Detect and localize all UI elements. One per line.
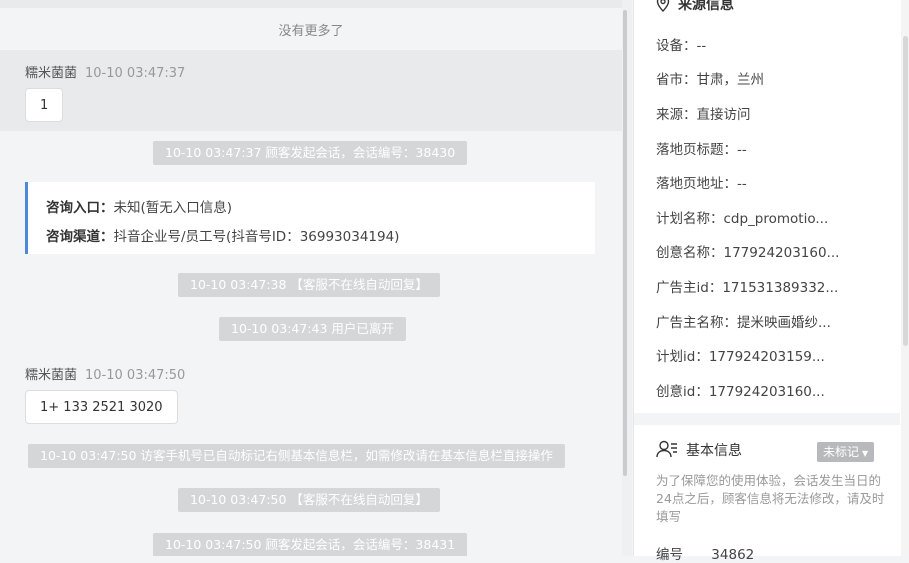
location-pin-icon xyxy=(656,0,670,16)
consult-channel-line: 咨询渠道：抖音企业号/员工号(抖音号ID：36993034194) xyxy=(46,223,595,252)
consult-channel-label: 咨询渠道： xyxy=(46,229,114,245)
message-sender: 糯米菌菌 10-10 03:47:50 xyxy=(25,364,185,383)
message-bubble[interactable]: 1 xyxy=(25,88,64,122)
tag-dropdown-label: 未标记 xyxy=(823,445,860,459)
sender-name: 糯米菌菌 xyxy=(25,66,78,81)
section-divider xyxy=(634,413,900,425)
consult-entry-line: 咨询入口：未知(暂无入口信息) xyxy=(46,194,595,223)
source-region: 省市：甘肃，兰州 xyxy=(656,72,764,88)
message-sender: 糯米菌菌 10-10 03:47:37 xyxy=(25,62,185,81)
source-channel: 来源：直接访问 xyxy=(656,107,751,123)
source-landing-title: 落地页标题：-- xyxy=(656,142,747,158)
source-advertiser-name: 广告主名称：提米映画婚纱... xyxy=(656,315,831,331)
consult-channel-value: 抖音企业号/员工号(抖音号ID：36993034194) xyxy=(113,229,400,245)
consult-entry-label: 咨询入口： xyxy=(46,200,114,216)
source-device: 设备：-- xyxy=(656,38,707,54)
message-bubble[interactable]: 1+ 133 2521 3020 xyxy=(25,390,178,424)
system-message: 10-10 03:47:50 【客服不在线自动回复】 xyxy=(178,488,440,512)
user-icon xyxy=(656,440,678,462)
customer-id-label: 编号 xyxy=(656,547,683,563)
system-message: 10-10 03:47:43 用户已离开 xyxy=(219,317,406,341)
sender-name: 糯米菌菌 xyxy=(25,368,78,383)
caret-down-icon: ▼ xyxy=(862,449,869,458)
no-more-label: 没有更多了 xyxy=(278,24,344,39)
consult-entry-value: 未知(暂无入口信息) xyxy=(113,200,233,216)
panel-scrollbar[interactable] xyxy=(901,0,909,556)
source-plan-id: 计划id：177924203159... xyxy=(656,349,825,365)
source-creative-name: 创意名称：177924203160... xyxy=(656,245,840,261)
tag-dropdown[interactable]: 未标记 ▼ xyxy=(817,442,875,462)
consult-info-card: 咨询入口：未知(暂无入口信息) 咨询渠道：抖音企业号/员工号(抖音号ID：369… xyxy=(25,182,595,254)
panel-scrollbar-thumb[interactable] xyxy=(903,36,908,346)
system-message: 10-10 03:47:50 访客手机号已自动标记右侧基本信息栏，如需修改请在基… xyxy=(28,444,565,468)
chat-scrollbar-thumb[interactable] xyxy=(623,10,627,476)
system-message: 10-10 03:47:50 顾客发起会话，会话编号：38431 xyxy=(153,533,468,556)
source-landing-url: 落地页地址：-- xyxy=(656,176,747,192)
source-info-title: 来源信息 xyxy=(656,0,734,16)
info-panel: 来源信息 设备：-- 省市：甘肃，兰州 来源：直接访问 落地页标题：-- 落地页… xyxy=(633,0,909,563)
customer-id-row: 编号 34862 xyxy=(656,543,754,563)
source-info-title-text: 来源信息 xyxy=(678,0,734,13)
system-message: 10-10 03:47:38 【客服不在线自动回复】 xyxy=(178,273,440,297)
message-time: 10-10 03:47:37 xyxy=(85,66,186,81)
basic-info-title: 基本信息 xyxy=(656,440,742,462)
basic-info-title-text: 基本信息 xyxy=(686,443,742,459)
message-time: 10-10 03:47:50 xyxy=(85,368,186,383)
basic-info-notice: 为了保障您的使用体验，会话发生当日的24点之后，顾客信息将无法修改，请及时填写 xyxy=(656,473,885,524)
customer-id-value: 34862 xyxy=(711,547,755,563)
chat-top-edge xyxy=(0,0,622,8)
chat-area: 没有更多了 糯米菌菌 10-10 03:47:37 1 10-10 03:47:3… xyxy=(0,0,622,556)
system-message: 10-10 03:47:37 顾客发起会话，会话编号：38430 xyxy=(153,141,468,165)
source-creative-id: 创意id：177924203160... xyxy=(656,384,825,400)
source-advertiser-id: 广告主id：171531389332... xyxy=(656,280,839,296)
source-plan-name: 计划名称：cdp_promotio... xyxy=(656,211,829,227)
